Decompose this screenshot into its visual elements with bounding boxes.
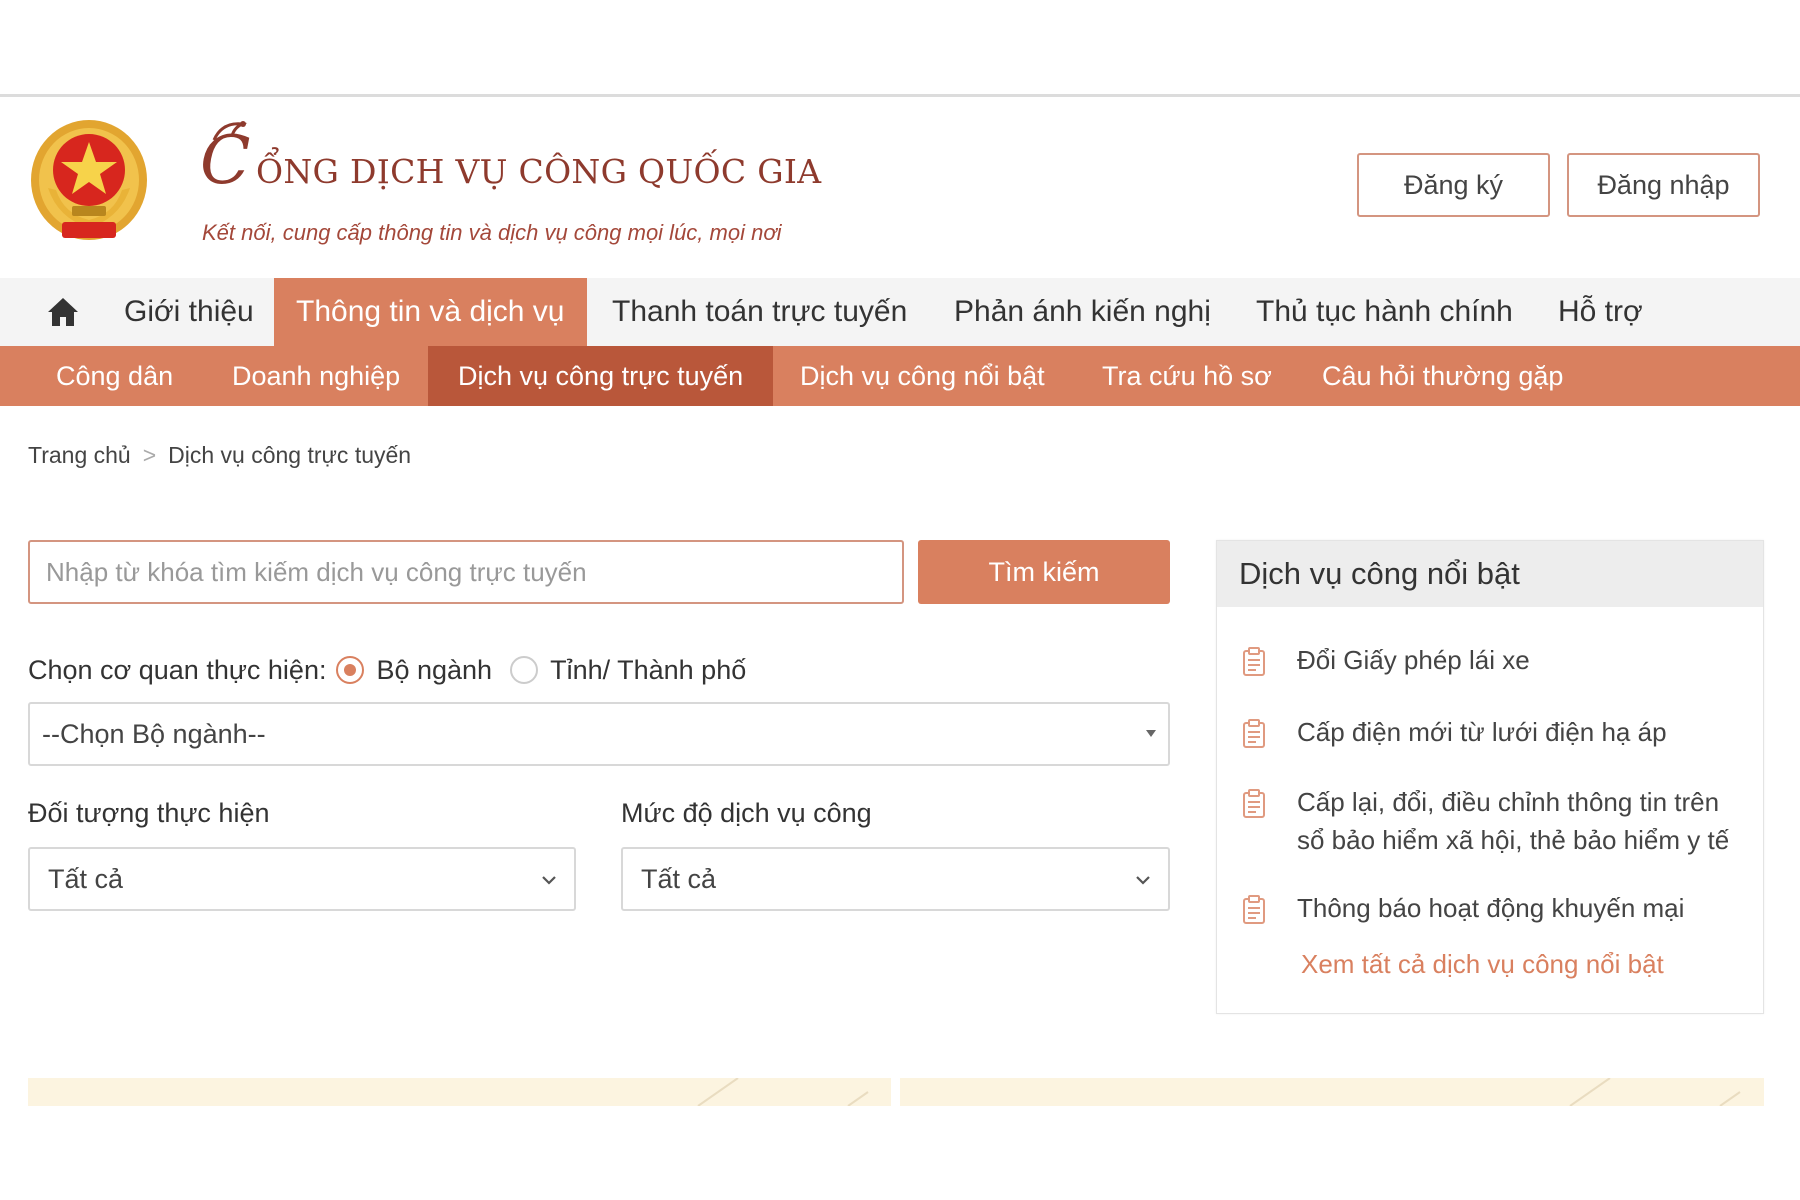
level-label: Mức độ dịch vụ công — [621, 798, 872, 828]
home-icon[interactable] — [46, 296, 80, 328]
featured-services-panel: Dịch vụ công nổi bật Đổi Giấy phép lái x… — [1216, 540, 1764, 1014]
featured-item-label[interactable]: Cấp điện mới từ lưới điện hạ áp — [1297, 713, 1737, 751]
object-select[interactable]: Tất cả — [28, 847, 576, 911]
breadcrumb-home[interactable]: Trang chủ — [28, 442, 131, 469]
radio-bo-nganh-label[interactable]: Bộ ngành — [376, 655, 492, 686]
radio-tinh-thanh-pho[interactable] — [510, 656, 539, 684]
nav-item-phan-anh[interactable]: Phản ánh kiến nghị — [932, 278, 1233, 346]
nav-item-thu-tuc[interactable]: Thủ tục hành chính — [1234, 278, 1535, 346]
nav-item-thanh-toan[interactable]: Thanh toán trực tuyến — [590, 278, 929, 346]
search-button[interactable]: Tìm kiếm — [918, 540, 1170, 604]
radio-tinh-thanh-pho-label[interactable]: Tỉnh/ Thành phố — [550, 655, 746, 686]
document-icon — [1243, 789, 1265, 818]
featured-item[interactable]: Thông báo hoạt động khuyến mại — [1241, 889, 1737, 927]
national-emblem-icon[interactable] — [28, 118, 150, 250]
document-icon — [1243, 647, 1265, 676]
breadcrumb-separator: > — [142, 442, 157, 468]
top-divider — [0, 94, 1800, 97]
portal-subtitle: Kết nối, cung cấp thông tin và dịch vụ c… — [202, 220, 782, 245]
document-icon — [1243, 895, 1265, 924]
object-select-value: Tất cả — [48, 863, 124, 894]
featured-item[interactable]: Đổi Giấy phép lái xe — [1241, 641, 1737, 679]
subnav-item-doanh-nghiep[interactable]: Doanh nghiệp — [202, 346, 430, 406]
agency-chooser: Chọn cơ quan thực hiện: Bộ ngành Tỉnh/ T… — [28, 650, 754, 690]
subnav-item-dvc-truc-tuyen[interactable]: Dịch vụ công trực tuyến — [428, 346, 774, 406]
title-text: ỔNG DỊCH VỤ CÔNG QUỐC GIA — [256, 152, 822, 191]
banner-decoration — [697, 1078, 869, 1106]
subnav-item-cau-hoi[interactable]: Câu hỏi thường gặp — [1292, 346, 1593, 406]
subnav-item-tra-cuu[interactable]: Tra cứu hồ sơ — [1072, 346, 1302, 406]
caret-down-icon — [1146, 730, 1156, 737]
featured-item-label[interactable]: Cấp lại, đổi, điều chỉnh thông tin trên … — [1297, 783, 1737, 859]
banner-right[interactable] — [900, 1078, 1764, 1106]
featured-item[interactable]: Cấp điện mới từ lưới điện hạ áp — [1241, 713, 1737, 751]
breadcrumb: Trang chủ > Dịch vụ công trực tuyến — [28, 442, 411, 469]
chevron-down-icon — [1136, 876, 1150, 885]
main-nav: Giới thiệu Thông tin và dịch vụ Thanh to… — [0, 278, 1800, 346]
level-select[interactable]: Tất cả — [621, 847, 1170, 911]
banner-decoration — [1569, 1078, 1741, 1106]
title-initial: C — [200, 122, 251, 199]
object-label: Đối tượng thực hiện — [28, 798, 270, 828]
featured-panel-title: Dịch vụ công nổi bật — [1217, 541, 1763, 607]
banner-left[interactable] — [28, 1078, 891, 1106]
portal-title[interactable]: C ỔNG DỊCH VỤ CÔNG QUỐC GIA — [200, 121, 822, 202]
view-all-featured-link[interactable]: Xem tất cả dịch vụ công nổi bật — [1301, 949, 1664, 980]
document-icon — [1243, 719, 1265, 748]
level-select-value: Tất cả — [641, 863, 717, 894]
register-button[interactable]: Đăng ký — [1357, 153, 1550, 217]
nav-item-gioi-thieu[interactable]: Giới thiệu — [102, 278, 276, 346]
chevron-down-icon — [542, 876, 556, 885]
sub-nav: Công dân Doanh nghiệp Dịch vụ công trực … — [0, 346, 1800, 406]
nav-item-thong-tin-dich-vu[interactable]: Thông tin và dịch vụ — [274, 278, 587, 346]
subnav-item-cong-dan[interactable]: Công dân — [26, 346, 203, 406]
breadcrumb-current: Dịch vụ công trực tuyến — [168, 442, 412, 468]
featured-item[interactable]: Cấp lại, đổi, điều chỉnh thông tin trên … — [1241, 783, 1737, 859]
nav-item-ho-tro[interactable]: Hỗ trợ — [1536, 278, 1665, 346]
featured-item-label[interactable]: Đổi Giấy phép lái xe — [1297, 641, 1737, 679]
subnav-item-dvc-noi-bat[interactable]: Dịch vụ công nổi bật — [770, 346, 1075, 406]
search-input[interactable] — [28, 540, 904, 604]
agency-label: Chọn cơ quan thực hiện: — [28, 654, 327, 685]
radio-bo-nganh[interactable] — [336, 656, 365, 684]
login-button[interactable]: Đăng nhập — [1567, 153, 1760, 217]
agency-select-value: --Chọn Bộ ngành-- — [42, 718, 266, 749]
agency-select[interactable]: --Chọn Bộ ngành-- — [28, 702, 1170, 766]
featured-item-label[interactable]: Thông báo hoạt động khuyến mại — [1297, 889, 1737, 927]
